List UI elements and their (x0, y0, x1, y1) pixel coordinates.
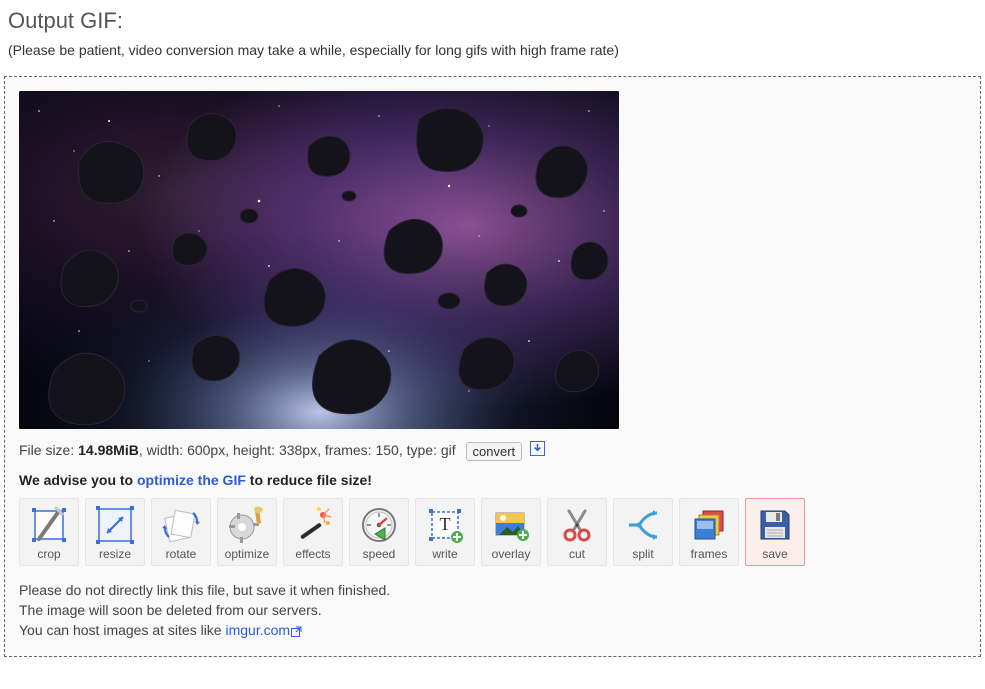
effects-label: effects (286, 547, 340, 561)
optimize-button[interactable]: optimize (217, 498, 277, 566)
file-size-value: 14.98MiB (78, 442, 139, 458)
save-label: save (748, 547, 802, 561)
type-value: gif (441, 442, 456, 458)
crop-button[interactable]: crop (19, 498, 79, 566)
advise-prefix: We advise you to (19, 472, 137, 488)
type-label: , type: (399, 442, 441, 458)
notice-line3-prefix: You can host images at sites like (19, 622, 226, 638)
external-link-icon (291, 622, 302, 642)
height-label: , height: (225, 442, 279, 458)
save-button[interactable]: save (745, 498, 805, 566)
tools-toolbar: crop resize (19, 498, 966, 566)
speed-button[interactable]: speed (349, 498, 409, 566)
cut-label: cut (550, 547, 604, 561)
speed-label: speed (352, 547, 406, 561)
overlay-icon (487, 503, 535, 547)
resize-button[interactable]: resize (85, 498, 145, 566)
split-button[interactable]: split (613, 498, 673, 566)
optimize-link[interactable]: optimize the GIF (137, 472, 246, 488)
overlay-button[interactable]: overlay (481, 498, 541, 566)
split-icon (619, 503, 667, 547)
frames-icon (685, 503, 733, 547)
advise-suffix: to reduce file size! (246, 472, 372, 488)
svg-text:T: T (440, 514, 451, 534)
frames-button[interactable]: frames (679, 498, 739, 566)
optimize-icon (223, 503, 271, 547)
effects-button[interactable]: effects (283, 498, 343, 566)
notice-line2: The image will soon be deleted from our … (19, 600, 966, 620)
overlay-label: overlay (484, 547, 538, 561)
height-value: 338px (279, 442, 317, 458)
frames-value: 150 (375, 442, 398, 458)
patience-note: (Please be patient, video conversion may… (8, 42, 981, 58)
frames-label: frames (682, 547, 736, 561)
page-title: Output GIF: (8, 8, 981, 34)
speed-icon (355, 503, 403, 547)
storage-notice: Please do not directly link this file, b… (19, 580, 966, 641)
file-meta: File size: 14.98MiB, width: 600px, heigh… (19, 439, 966, 462)
write-label: write (418, 547, 472, 561)
width-value: 600px (187, 442, 225, 458)
convert-button[interactable]: convert (466, 442, 523, 461)
resize-icon (91, 503, 139, 547)
width-label: , width: (139, 442, 187, 458)
rotate-icon (157, 503, 205, 547)
resize-label: resize (88, 547, 142, 561)
output-preview (19, 91, 619, 429)
notice-line3: You can host images at sites like imgur.… (19, 620, 966, 641)
optimize-label: optimize (220, 547, 274, 561)
cut-button[interactable]: cut (547, 498, 607, 566)
notice-line1: Please do not directly link this file, b… (19, 580, 966, 600)
optimize-advice: We advise you to optimize the GIF to red… (19, 472, 966, 488)
crop-label: crop (22, 547, 76, 561)
frames-label: , frames: (317, 442, 375, 458)
cut-icon (553, 503, 601, 547)
download-icon[interactable] (530, 440, 545, 462)
split-label: split (616, 547, 670, 561)
file-size-label: File size: (19, 442, 78, 458)
rotate-button[interactable]: rotate (151, 498, 211, 566)
output-panel: File size: 14.98MiB, width: 600px, heigh… (4, 76, 981, 657)
write-icon: T (421, 503, 469, 547)
save-icon (751, 503, 799, 547)
effects-icon (289, 503, 337, 547)
write-button[interactable]: T write (415, 498, 475, 566)
crop-icon (25, 503, 73, 547)
imgur-link[interactable]: imgur.com (226, 622, 291, 638)
rotate-label: rotate (154, 547, 208, 561)
